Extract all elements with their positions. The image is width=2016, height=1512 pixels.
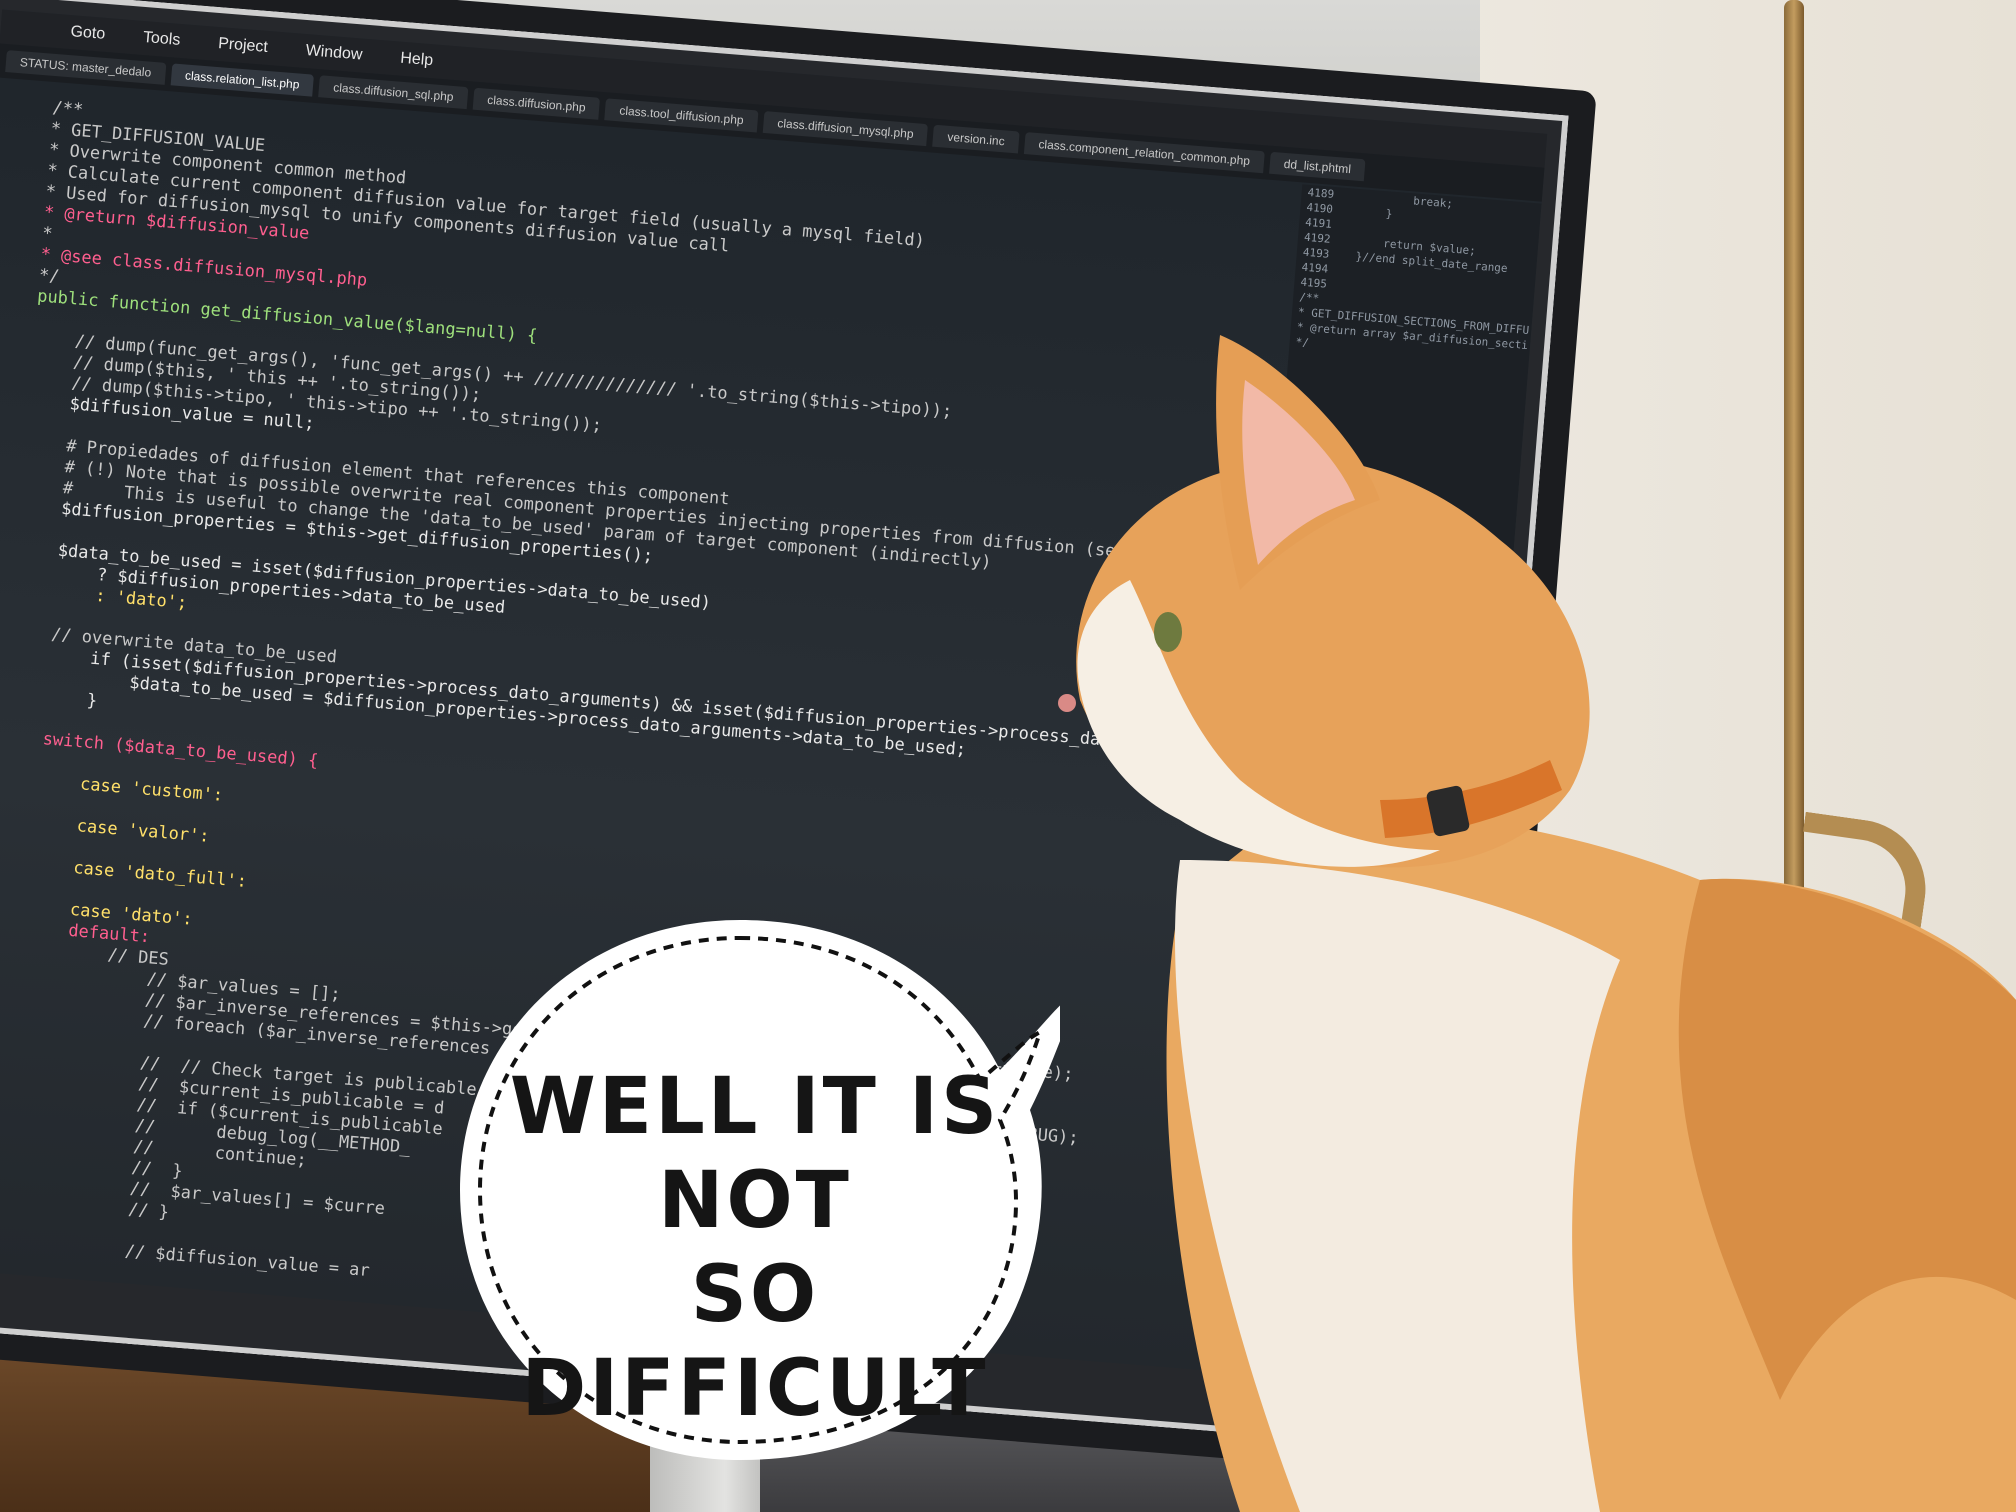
speech-bubble-text: WELL IT IS NOT SO DIFFICULT [470,1060,1040,1436]
cat-eye [1154,612,1182,652]
speech-line-1: WELL IT IS NOT [509,1062,1001,1246]
speech-line-2: SO DIFFICULT [521,1250,989,1434]
cat-nose [1058,694,1076,712]
photo-scene: Goto Tools Project Window Help STATUS: maste… [0,0,2016,1512]
